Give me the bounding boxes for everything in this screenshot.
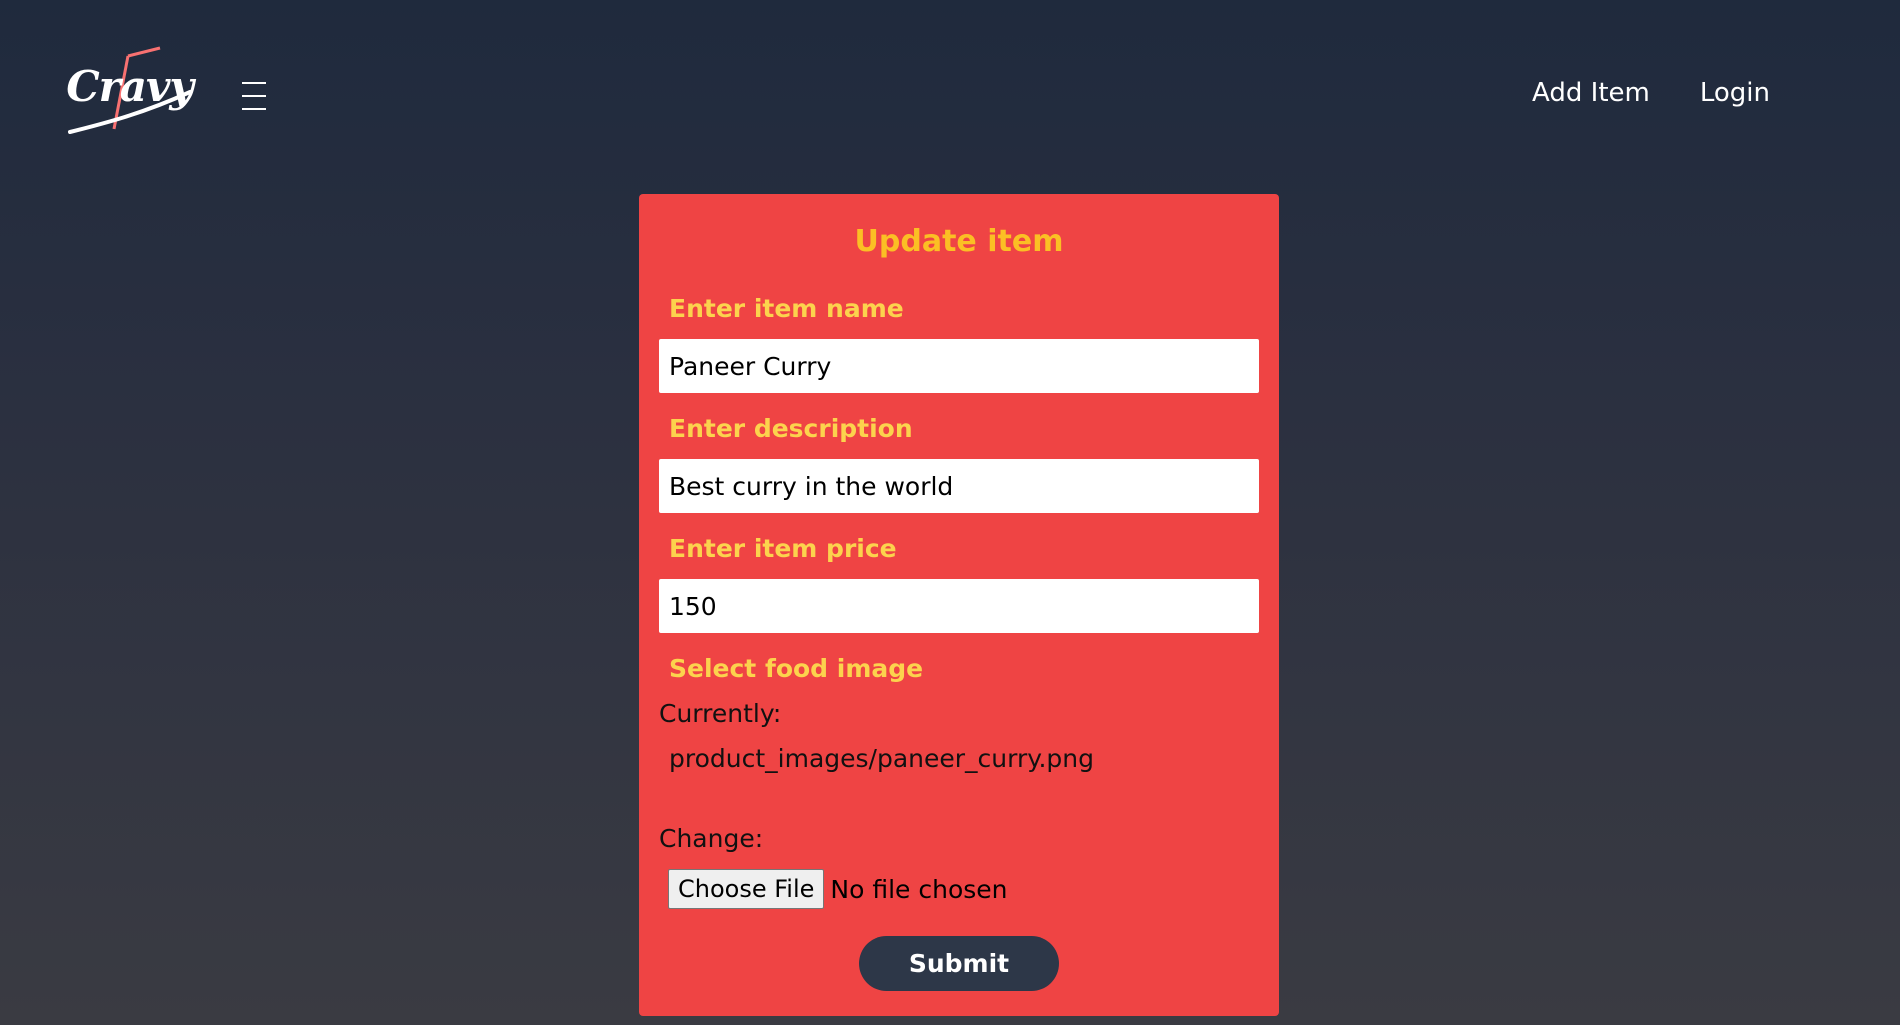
site-header: Cravy Add Item Login bbox=[0, 0, 1900, 190]
currently-label: Currently: bbox=[659, 699, 782, 728]
nav-add-item-link[interactable]: Add Item bbox=[1532, 78, 1650, 108]
current-image-link[interactable]: product_images/paneer_curry.png bbox=[669, 744, 1094, 773]
item-price-label: Enter item price bbox=[669, 534, 897, 563]
description-label: Enter description bbox=[669, 414, 913, 443]
item-name-input[interactable] bbox=[659, 339, 1259, 393]
file-status-text: No file chosen bbox=[830, 874, 1008, 904]
logo-text: Cravy bbox=[66, 62, 194, 111]
cravy-logo[interactable]: Cravy bbox=[62, 44, 197, 144]
hamburger-menu-icon[interactable] bbox=[240, 78, 270, 114]
choose-file-button[interactable]: Choose File bbox=[668, 869, 825, 909]
submit-button[interactable]: Submit bbox=[859, 936, 1059, 991]
item-price-input[interactable] bbox=[659, 579, 1259, 633]
food-image-label: Select food image bbox=[669, 654, 924, 683]
form-title: Update item bbox=[854, 224, 1064, 259]
top-nav: Add Item Login bbox=[1532, 78, 1770, 108]
change-label: Change: bbox=[659, 824, 764, 853]
item-name-label: Enter item name bbox=[669, 294, 904, 323]
description-input[interactable] bbox=[659, 459, 1259, 513]
nav-login-link[interactable]: Login bbox=[1700, 78, 1770, 108]
update-item-form: Update item Enter item name Enter descri… bbox=[639, 194, 1279, 1016]
file-input[interactable]: Choose File No file chosen bbox=[668, 869, 1008, 909]
